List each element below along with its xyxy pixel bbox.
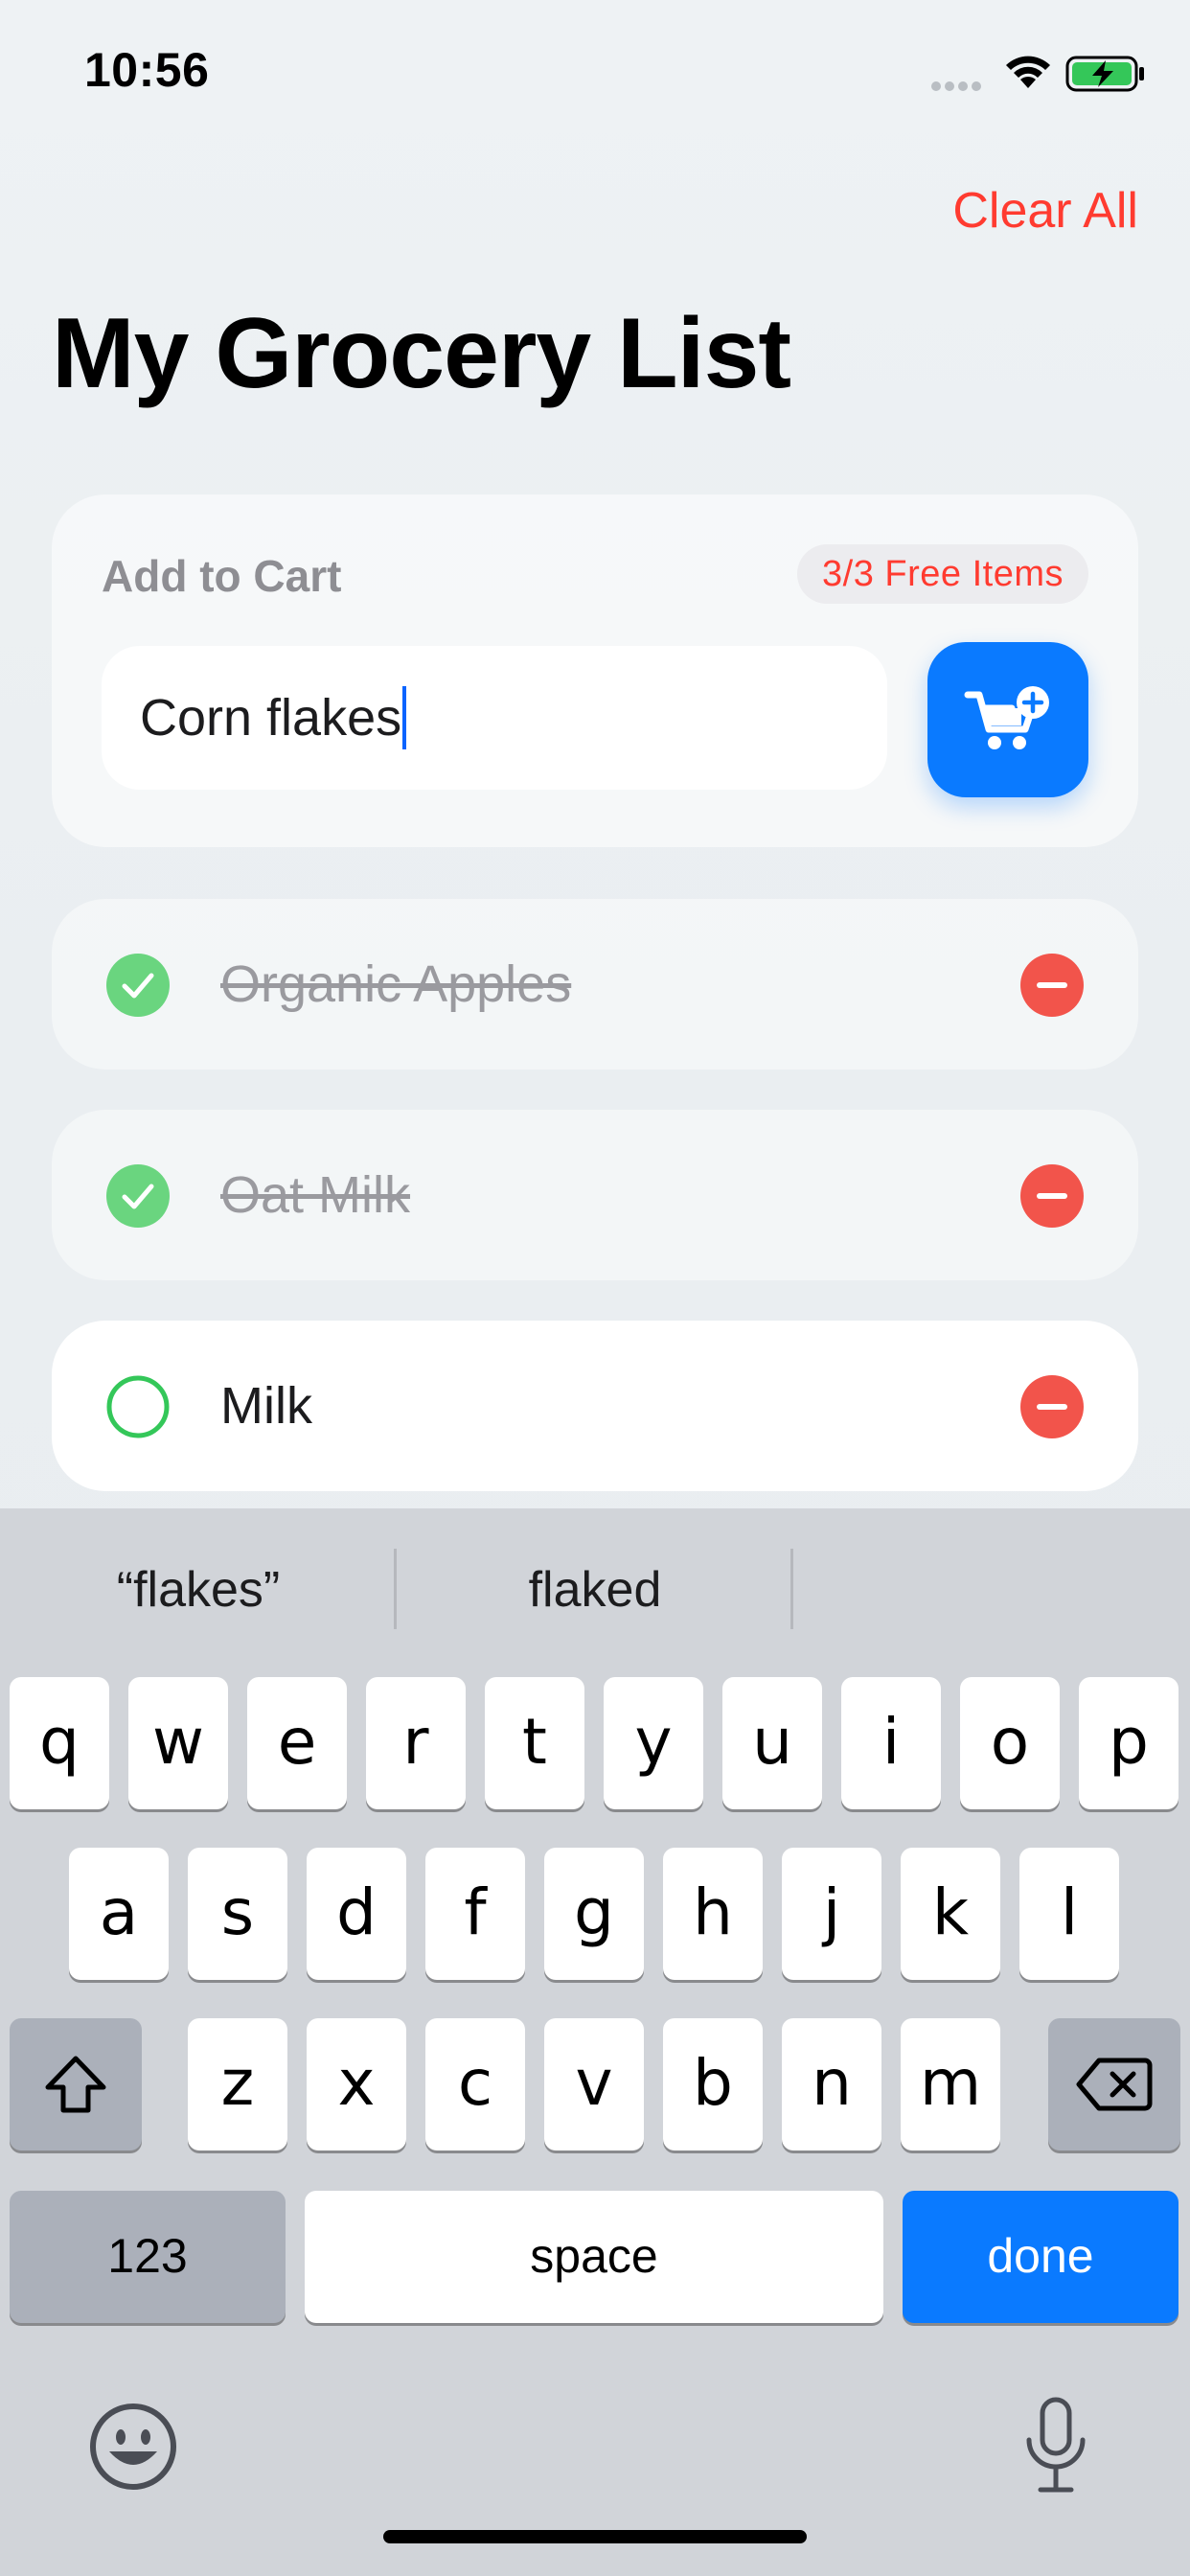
list-item[interactable]: Organic Apples [52,899,1138,1070]
key-g[interactable]: g [544,1848,644,1980]
key-y[interactable]: y [604,1677,703,1809]
key-u[interactable]: u [722,1677,822,1809]
key-j[interactable]: j [782,1848,881,1980]
list-item[interactable]: Milk [52,1321,1138,1491]
item-label: Oat Milk [220,1166,411,1224]
suggestion-item[interactable]: flaked [397,1508,793,1671]
numbers-key[interactable]: 123 [10,2191,286,2323]
key-p[interactable]: p [1079,1677,1179,1809]
shift-arrow-icon [45,2056,106,2113]
item-label: Milk [220,1377,312,1435]
item-label: Organic Apples [220,955,572,1013]
remove-item-icon[interactable] [1019,1374,1085,1439]
item-input-field[interactable]: Corn flakes [102,646,887,790]
key-k[interactable]: k [901,1848,1000,1980]
key-v[interactable]: v [544,2018,644,2150]
key-h[interactable]: h [663,1848,763,1980]
key-m[interactable]: m [901,2018,1000,2150]
emoji-key[interactable] [88,2402,178,2492]
key-l[interactable]: l [1019,1848,1119,1980]
remove-item-icon[interactable] [1019,953,1085,1018]
key-i[interactable]: i [841,1677,941,1809]
done-key[interactable]: done [903,2191,1179,2323]
microphone-icon [1026,2397,1086,2493]
space-key[interactable]: space [305,2191,883,2323]
key-t[interactable]: t [485,1677,584,1809]
free-items-badge: 3/3 Free Items [797,544,1088,604]
home-indicator[interactable] [383,2530,807,2543]
emoji-smiley-icon [90,2404,176,2490]
backspace-key[interactable] [1048,2018,1180,2150]
key-c[interactable]: c [425,2018,525,2150]
shift-key[interactable] [10,2018,142,2150]
key-z[interactable]: z [188,2018,287,2150]
key-n[interactable]: n [782,2018,881,2150]
list-item[interactable]: Oat Milk [52,1110,1138,1280]
cart-plus-icon [964,686,1049,749]
text-cursor [402,685,407,749]
key-e[interactable]: e [247,1677,347,1809]
key-s[interactable]: s [188,1848,287,1980]
clear-all-button[interactable]: Clear All [952,182,1138,240]
key-d[interactable]: d [307,1848,406,1980]
wifi-icon [1001,50,1055,92]
key-f[interactable]: f [425,1848,525,1980]
key-x[interactable]: x [307,2018,406,2150]
dictation-key[interactable] [1021,2396,1090,2496]
battery-charging-icon [1065,56,1146,92]
key-b[interactable]: b [663,2018,763,2150]
checked-circle-icon[interactable] [105,1163,171,1229]
suggestion-bar: “flakes” flaked [0,1508,1190,1671]
status-time: 10:56 [84,43,210,97]
page-title: My Grocery List [52,298,791,409]
cellular-signal-icon [931,79,985,91]
item-input-text: Corn flakes [140,689,402,747]
add-to-cart-label: Add to Cart [102,551,342,601]
checked-circle-icon[interactable] [105,953,171,1018]
keyboard: “flakes” flaked q w e r t y u i o p a s … [0,1508,1190,2576]
key-q[interactable]: q [10,1677,109,1809]
suggestion-item[interactable] [793,1508,1190,1671]
add-to-cart-card: Add to Cart 3/3 Free Items Corn flakes [52,494,1138,847]
key-w[interactable]: w [128,1677,228,1809]
add-to-cart-button[interactable] [927,642,1088,797]
backspace-icon [1076,2058,1153,2111]
status-bar: 10:56 [0,0,1190,144]
key-o[interactable]: o [960,1677,1060,1809]
suggestion-item[interactable]: “flakes” [0,1508,397,1671]
key-a[interactable]: a [69,1848,169,1980]
key-r[interactable]: r [366,1677,466,1809]
remove-item-icon[interactable] [1019,1163,1085,1229]
unchecked-circle-icon[interactable] [105,1374,171,1439]
